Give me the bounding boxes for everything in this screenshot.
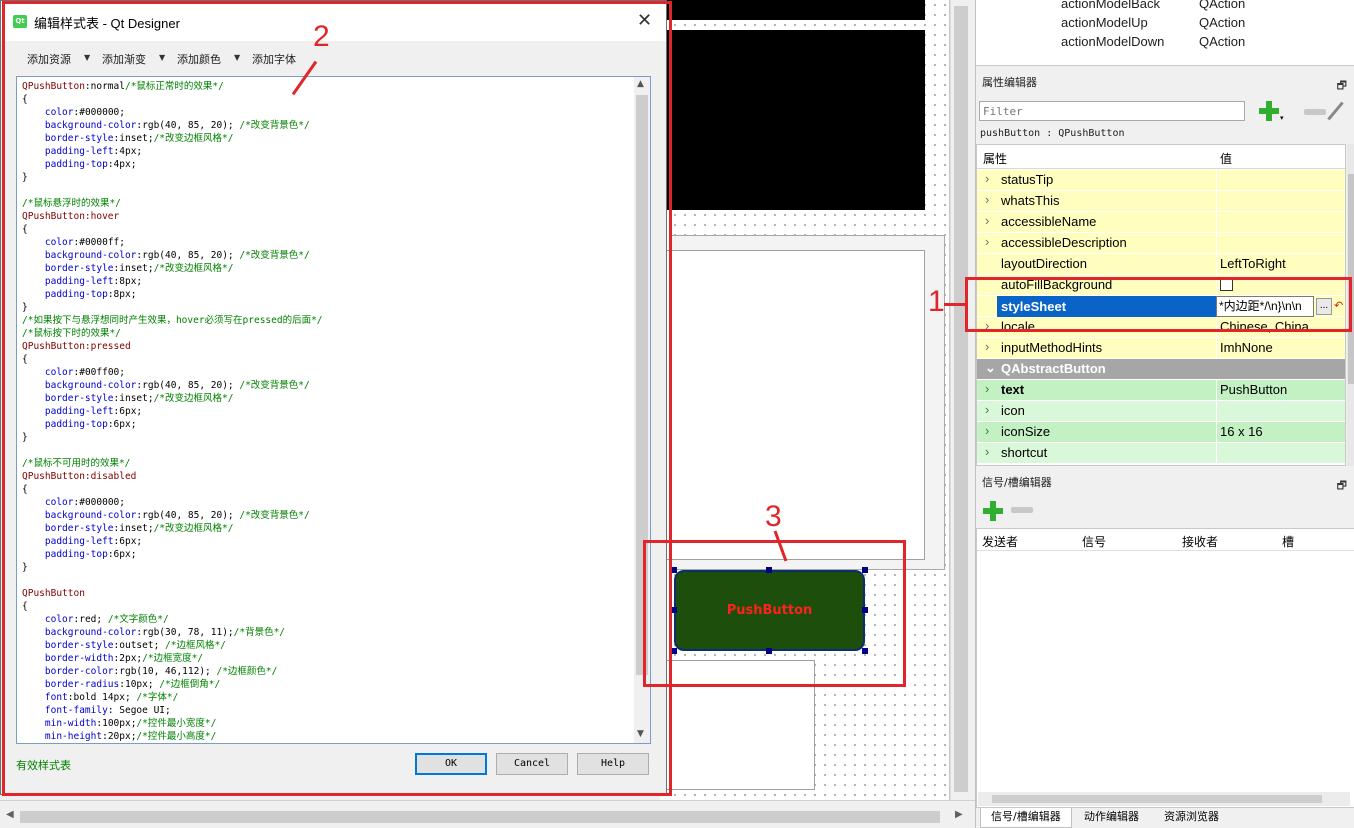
property-value[interactable]: ImhNone — [1220, 340, 1273, 355]
canvas-vertical-scrollbar[interactable] — [950, 0, 970, 800]
property-name: text — [1001, 382, 1025, 397]
property-row[interactable]: ⌄ QAbstractButton — [977, 359, 1345, 380]
add-connection-icon[interactable] — [982, 500, 1004, 522]
property-row[interactable]: › whatsThis — [977, 191, 1345, 212]
property-row[interactable]: layoutDirection LeftToRight — [977, 254, 1345, 275]
chevron-right-icon[interactable]: › — [985, 402, 989, 417]
property-name: icon — [1001, 403, 1025, 418]
canvas-horizontal-scrollbar[interactable]: ◀ ▶ — [0, 800, 975, 828]
configure-wrench-icon[interactable] — [1327, 101, 1344, 121]
signal-slot-table: 发送者 信号 接收者 槽 — [976, 528, 1354, 808]
chevron-right-icon[interactable]: › — [985, 213, 989, 228]
tab-resource-browser[interactable]: 资源浏览器 — [1154, 808, 1229, 828]
property-row[interactable]: › statusTip — [977, 170, 1345, 191]
tab-signal-slot-editor[interactable]: 信号/槽编辑器 — [980, 808, 1072, 828]
property-filter-input[interactable] — [979, 101, 1245, 121]
signal-editor-title-text: 信号/槽编辑器 — [982, 476, 1052, 489]
property-name: QAbstractButton — [1001, 361, 1106, 376]
signal-editor-title: 信号/槽编辑器 🗗 — [976, 473, 1354, 493]
action-row-name[interactable]: actionModelDown — [1061, 34, 1164, 53]
chevron-right-icon[interactable]: › — [985, 444, 989, 459]
dock-tab-bar: 信号/槽编辑器 动作编辑器 资源浏览器 — [976, 807, 1354, 828]
dropdown-arrow-icon[interactable]: ▾ — [1280, 114, 1284, 122]
property-name: accessibleDescription — [1001, 235, 1127, 250]
chevron-right-icon[interactable]: › — [985, 381, 989, 396]
chevron-right-icon[interactable]: › — [985, 171, 989, 186]
property-name: shortcut — [1001, 445, 1048, 460]
annotation-box-2 — [2, 1, 672, 796]
property-value[interactable]: LeftToRight — [1220, 256, 1286, 271]
annotation-box-3 — [643, 540, 906, 687]
action-row-name[interactable]: actionModelBack — [1061, 0, 1160, 15]
column-header-signal: 信号 — [1082, 535, 1107, 549]
property-row[interactable]: › inputMethodHints ImhNone — [977, 338, 1345, 359]
column-header-receiver: 接收者 — [1182, 535, 1219, 549]
property-row[interactable]: › accessibleDescription — [977, 233, 1345, 254]
signal-editor-scrollbar[interactable] — [978, 792, 1350, 806]
property-editor-title-text: 属性编辑器 — [982, 76, 1037, 89]
property-name: iconSize — [1001, 424, 1051, 439]
action-row-type: QAction — [1199, 15, 1246, 30]
chevron-right-icon[interactable]: › — [985, 339, 989, 354]
chevron-right-icon[interactable]: › — [985, 192, 989, 207]
chevron-right-icon[interactable]: › — [985, 234, 989, 249]
property-editor-title: 属性编辑器 🗗 — [976, 73, 1354, 93]
chevron-right-icon[interactable]: › — [985, 423, 989, 438]
remove-property-icon[interactable] — [1304, 109, 1326, 115]
column-header-property: 属性 — [983, 152, 1008, 166]
property-value[interactable]: 16 x 16 — [1220, 424, 1263, 439]
property-value[interactable]: PushButton — [1220, 382, 1287, 397]
property-name: statusTip — [1001, 172, 1054, 187]
property-row[interactable]: › accessibleName — [977, 212, 1345, 233]
annotation-number-2: 2 — [313, 20, 330, 53]
object-class-label: pushButton : QPushButton — [980, 128, 1125, 139]
action-editor-list: actionModelBack QAction actionModelUp QA… — [976, 0, 1354, 66]
property-row[interactable]: › iconSize 16 x 16 — [977, 422, 1345, 443]
annotation-box-1 — [965, 277, 1352, 332]
action-row-type: QAction — [1199, 34, 1246, 49]
remove-connection-icon[interactable] — [1011, 507, 1033, 513]
right-dock: actionModelBack QAction actionModelUp QA… — [975, 0, 1354, 828]
property-name: accessibleName — [1001, 214, 1097, 229]
text-area-widget — [660, 250, 925, 560]
float-icon[interactable]: 🗗 — [1337, 76, 1347, 96]
annotation-pointer-1 — [944, 303, 966, 306]
chevron-down-icon[interactable]: ⌄ — [985, 360, 996, 376]
property-row[interactable]: › text PushButton — [977, 380, 1345, 401]
action-row-type: QAction — [1199, 0, 1246, 11]
property-table-header: 属性 值 — [977, 145, 1345, 169]
annotation-number-3: 3 — [765, 500, 782, 533]
column-header-value: 值 — [1220, 152, 1233, 166]
property-name: whatsThis — [1001, 193, 1060, 208]
annotation-number-1: 1 — [928, 285, 945, 318]
black-widget-large — [660, 30, 925, 210]
signal-slot-header: 发送者 信号 接收者 槽 — [977, 529, 1354, 551]
add-dynamic-property-icon[interactable] — [1258, 100, 1280, 122]
property-row[interactable]: › shortcut — [977, 443, 1345, 464]
property-name: inputMethodHints — [1001, 340, 1103, 355]
property-row[interactable]: › icon — [977, 401, 1345, 422]
black-widget-top — [660, 0, 925, 20]
tab-action-editor[interactable]: 动作编辑器 — [1074, 808, 1149, 828]
float-icon[interactable]: 🗗 — [1337, 476, 1347, 496]
column-header-sender: 发送者 — [982, 535, 1019, 549]
property-name: layoutDirection — [1001, 256, 1087, 271]
action-row-name[interactable]: actionModelUp — [1061, 15, 1148, 34]
column-header-slot: 槽 — [1282, 535, 1295, 549]
